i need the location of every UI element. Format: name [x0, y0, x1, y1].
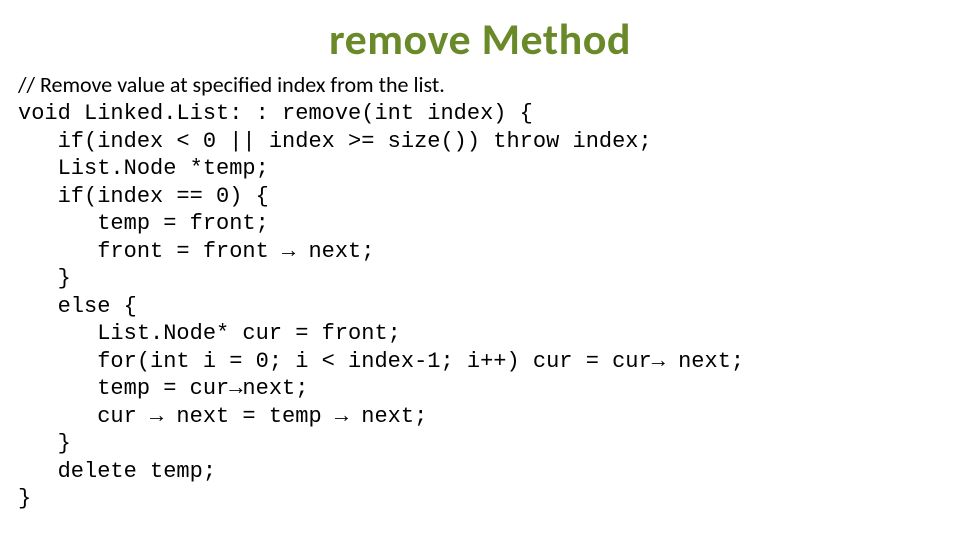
comment-line: // Remove value at specified index from …: [18, 72, 960, 98]
code-line: cur → next = temp → next;: [18, 403, 960, 431]
slide: remove Method // Remove value at specifi…: [0, 12, 960, 540]
code-line: if(index == 0) {: [18, 183, 960, 211]
code-line: for(int i = 0; i < index-1; i++) cur = c…: [18, 348, 960, 376]
code-line: List.Node *temp;: [18, 155, 960, 183]
slide-title: remove Method: [0, 12, 960, 66]
code-line: front = front → next;: [18, 238, 960, 266]
code-line: List.Node* cur = front;: [18, 320, 960, 348]
code-line: }: [18, 430, 960, 458]
code-line: }: [18, 485, 960, 513]
code-line: void Linked.List: : remove(int index) {: [18, 100, 960, 128]
code-line: delete temp;: [18, 458, 960, 486]
code-line: if(index < 0 || index >= size()) throw i…: [18, 128, 960, 156]
code-line: temp = cur→next;: [18, 375, 960, 403]
code-line: }: [18, 265, 960, 293]
code-line: else {: [18, 293, 960, 321]
code-line: temp = front;: [18, 210, 960, 238]
